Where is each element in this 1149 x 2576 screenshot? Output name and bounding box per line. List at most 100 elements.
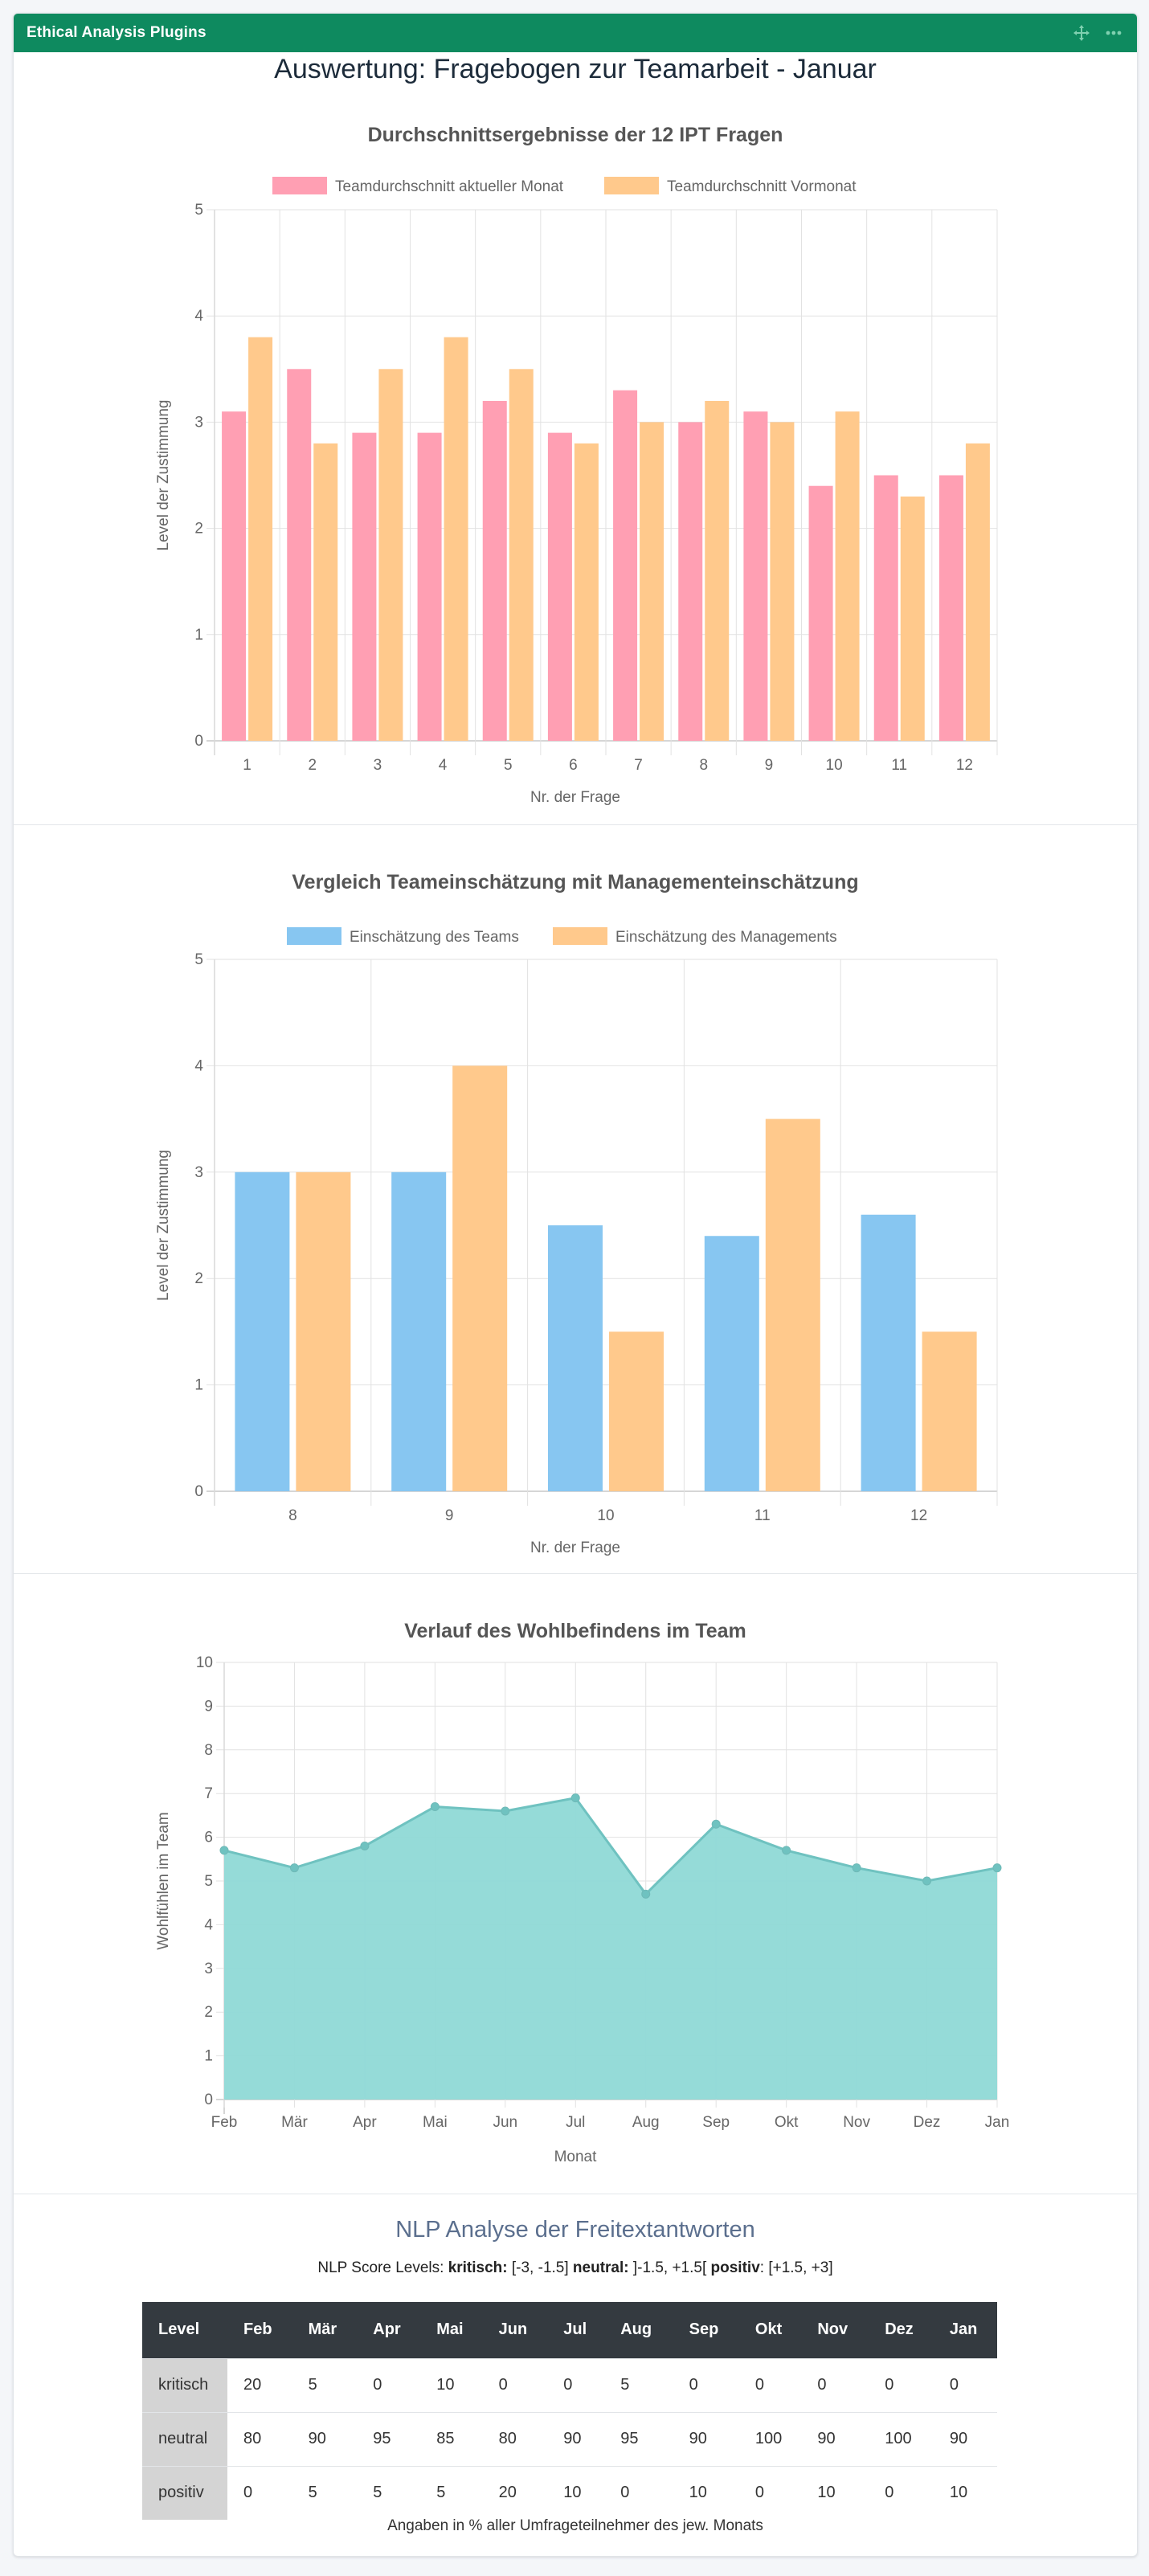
data-point <box>641 1889 651 1899</box>
x-tick-label: 8 <box>699 757 708 774</box>
x-tick-label: 5 <box>504 757 513 774</box>
kritisch-range: [-3, -1.5] <box>507 2259 573 2276</box>
table-cell: 10 <box>547 2465 605 2520</box>
plugin-panel: Ethical Analysis Plugins Auswertung: Fra… <box>13 13 1138 2557</box>
bar <box>609 1331 664 1491</box>
y-tick-label: 1 <box>204 2048 213 2065</box>
data-point <box>992 1863 1002 1873</box>
table-cell: 0 <box>547 2357 605 2412</box>
bar <box>378 369 403 741</box>
legend-label: Teamdurchschnitt aktueller Monat <box>335 178 564 195</box>
bar <box>574 443 599 741</box>
data-point <box>782 1846 791 1855</box>
bar <box>391 1171 447 1491</box>
bar <box>678 422 703 741</box>
table-cell: 10 <box>801 2465 869 2520</box>
table-cell: 95 <box>604 2411 673 2466</box>
x-tick-label: 10 <box>826 757 843 774</box>
table-cell: 80 <box>227 2411 292 2466</box>
y-tick-label: 1 <box>194 1377 203 1394</box>
panel-title: Ethical Analysis Plugins <box>27 24 206 41</box>
y-tick-label: 2 <box>204 2004 213 2021</box>
x-tick-label: Apr <box>353 2114 377 2131</box>
table-cell: 90 <box>801 2411 869 2466</box>
positiv-label: positiv <box>710 2259 760 2276</box>
bar <box>417 432 442 741</box>
y-tick-label: 4 <box>194 308 203 325</box>
x-tick-label: 12 <box>910 1507 927 1524</box>
y-tick-label: 7 <box>204 1785 213 1802</box>
bar <box>287 369 312 741</box>
x-tick-label: Dez <box>914 2114 941 2131</box>
x-tick-label: Feb <box>211 2114 238 2131</box>
table-cell: 10 <box>933 2465 997 2520</box>
nlp-table: Level Feb Mär Apr Mai Jun Jul Aug Sep Okt Nov Dez Ja… <box>142 2302 997 2520</box>
table-cell: 90 <box>547 2411 605 2466</box>
level-cell: kritisch <box>142 2357 227 2412</box>
data-point <box>501 1806 510 1816</box>
level-cell: neutral <box>142 2411 227 2466</box>
nlp-title: NLP Analyse der Freitextantworten <box>395 2217 755 2243</box>
bar <box>444 337 468 741</box>
table-cell: 10 <box>673 2465 739 2520</box>
y-tick-label: 6 <box>204 1830 213 1846</box>
table-header-cell: Okt <box>738 2302 802 2358</box>
nlp-note: Angaben in % aller Umfrageteilnehmer des… <box>387 2517 763 2534</box>
bar <box>296 1171 351 1491</box>
y-tick-label: 8 <box>204 1742 213 1759</box>
x-tick-label: Okt <box>775 2114 799 2131</box>
levels-prefix: NLP Score Levels: <box>317 2259 448 2276</box>
x-tick-label: 9 <box>765 757 774 774</box>
neutral-label: neutral: <box>572 2259 629 2276</box>
bar <box>743 411 768 741</box>
y-tick-label: 0 <box>194 733 203 750</box>
y-axis-title: Level der Zustimmung <box>155 1150 172 1301</box>
table-cell: 100 <box>738 2411 802 2466</box>
table-cell: 20 <box>227 2357 292 2412</box>
x-axis-title: Nr. der Frage <box>530 789 620 806</box>
neutral-range: ]-1.5, +1.5[ <box>628 2259 711 2276</box>
bar-chart-ipt: Durchschnittsergebnisse der 12 IPT Frage… <box>155 124 998 806</box>
data-point <box>570 1793 580 1803</box>
table-row: kritisch 20 5 0 10 0 0 5 0 0 0 0 0 <box>142 2357 997 2412</box>
table-cell: 0 <box>673 2357 739 2412</box>
table-header-cell: Sep <box>673 2302 739 2358</box>
bar <box>808 485 833 741</box>
bar <box>770 422 795 741</box>
x-tick-label: 12 <box>956 757 973 774</box>
x-tick-label: Mär <box>281 2114 308 2131</box>
area-chart-wellbeing: Verlauf des Wohlbefindens im Team 0 1 2 3 4 5 6… <box>155 1620 1009 2165</box>
legend-label: Einschätzung des Managements <box>615 929 837 946</box>
table-cell: 95 <box>357 2411 421 2466</box>
move-icon[interactable] <box>1073 24 1090 42</box>
bar <box>705 400 730 741</box>
table-header-cell: Jan <box>933 2302 997 2358</box>
more-icon[interactable] <box>1105 24 1122 42</box>
bar <box>835 411 860 741</box>
bar <box>900 496 925 741</box>
bar <box>938 475 963 741</box>
kritisch-label: kritisch: <box>448 2259 508 2276</box>
y-tick-label: 4 <box>194 1057 203 1074</box>
table-header-row: Level Feb Mär Apr Mai Jun Jul Aug Sep Okt Nov Dez Ja… <box>142 2302 997 2358</box>
bar <box>235 1171 290 1491</box>
legend-swatch <box>287 927 341 945</box>
y-tick-label: 5 <box>194 951 203 968</box>
bar <box>313 443 338 741</box>
data-point <box>852 1863 861 1873</box>
bar <box>547 432 572 741</box>
chart-title: Vergleich Teameinschätzung mit Managemen… <box>292 871 858 893</box>
level-cell: positiv <box>142 2465 227 2520</box>
y-tick-label: 2 <box>194 1270 203 1287</box>
chart-title: Verlauf des Wohlbefindens im Team <box>404 1620 746 1642</box>
table-cell: 5 <box>420 2465 483 2520</box>
data-point <box>430 1802 440 1812</box>
y-tick-label: 9 <box>204 1698 213 1715</box>
table-header-cell: Dez <box>869 2302 934 2358</box>
table-header-cell: Nov <box>801 2302 869 2358</box>
nlp-score-levels: NLP Score Levels: kritisch: [-3, -1.5] n… <box>14 2259 1137 2277</box>
bar <box>965 443 990 741</box>
data-point <box>289 1863 299 1873</box>
x-tick-label: 10 <box>597 1507 614 1524</box>
area-fill <box>224 1797 997 2100</box>
